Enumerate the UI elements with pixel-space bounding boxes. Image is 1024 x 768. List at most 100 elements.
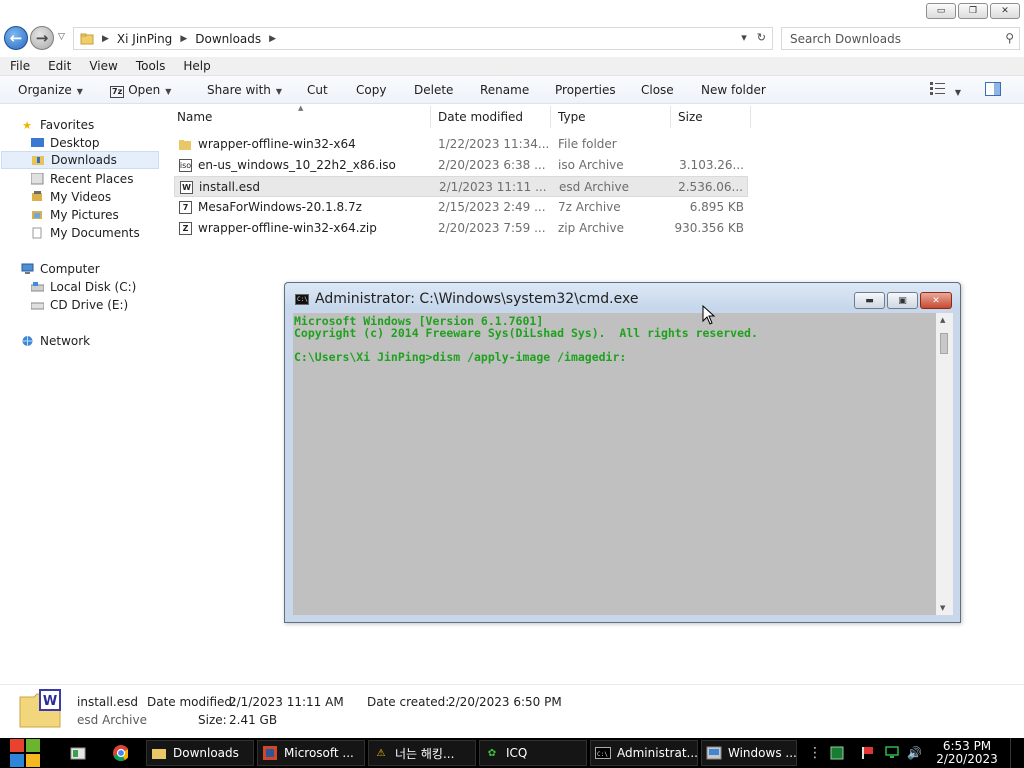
column-type[interactable]: Type: [558, 110, 586, 124]
address-dropdown-icon[interactable]: ▾: [741, 31, 747, 44]
back-button[interactable]: ←: [4, 26, 28, 50]
chevron-right-icon[interactable]: ▶: [180, 34, 187, 44]
esd-file-icon: W: [180, 181, 193, 194]
cut-button[interactable]: Cut: [307, 83, 328, 97]
column-name[interactable]: Name: [177, 110, 212, 124]
search-icon[interactable]: ⚲: [1005, 31, 1014, 45]
share-with-label: Share with: [207, 83, 271, 97]
taskbar-downloads[interactable]: Downloads: [146, 740, 254, 766]
scroll-down-icon[interactable]: ▼: [940, 604, 945, 612]
taskbar-hacking-window[interactable]: ⚠ 너는 해킹...: [368, 740, 476, 766]
tray-spreadsheet-icon[interactable]: [830, 740, 844, 766]
restore-button[interactable]: ❐: [958, 3, 988, 19]
taskbar-explorer[interactable]: [70, 740, 92, 766]
file-row[interactable]: wrapper-offline-win32-x64 1/22/2023 11:3…: [174, 134, 748, 155]
file-name: install.esd: [199, 180, 260, 194]
file-row[interactable]: Z wrapper-offline-win32-x64.zip 2/20/202…: [174, 218, 748, 239]
nav-computer[interactable]: Computer: [20, 260, 178, 278]
menu-edit[interactable]: Edit: [38, 57, 79, 75]
start-button[interactable]: [9, 738, 41, 768]
console-output[interactable]: Microsoft Windows [Version 6.1.7601] Copy…: [293, 313, 936, 615]
nav-my-videos[interactable]: My Videos: [30, 188, 188, 206]
copy-button[interactable]: Copy: [356, 83, 386, 97]
menu-view[interactable]: View: [79, 57, 125, 75]
file-row[interactable]: 7 MesaForWindows-20.1.8.7z 2/15/2023 2:4…: [174, 197, 748, 218]
nav-recent-places[interactable]: Recent Places: [30, 170, 188, 188]
scroll-up-icon[interactable]: ▲: [940, 316, 945, 324]
open-button[interactable]: 7z Open ▼: [110, 83, 171, 98]
nav-my-pictures[interactable]: My Pictures: [30, 206, 188, 224]
new-folder-button[interactable]: New folder: [701, 83, 766, 97]
console-prompt-line: C:\Users\Xi JinPing>dism /apply-image /i…: [294, 350, 627, 364]
minimize-icon: ▬: [865, 295, 874, 306]
close-icon: ✕: [932, 295, 940, 306]
column-divider[interactable]: [550, 106, 551, 128]
file-type: esd Archive: [559, 180, 629, 194]
file-row[interactable]: iso en-us_windows_10_22h2_x86.iso 2/20/2…: [174, 155, 748, 176]
menu-file[interactable]: File: [0, 57, 38, 75]
close-command-button[interactable]: Close: [641, 83, 674, 97]
console-scrollbar[interactable]: ▲ ▼: [936, 313, 953, 615]
organize-button[interactable]: Organize ▼: [18, 83, 83, 97]
column-date-modified[interactable]: Date modified: [438, 110, 523, 124]
forward-button[interactable]: →: [30, 26, 54, 50]
properties-button[interactable]: Properties: [555, 83, 616, 97]
column-size[interactable]: Size: [678, 110, 703, 124]
taskbar-microsoft[interactable]: Microsoft ...: [257, 740, 365, 766]
share-with-button[interactable]: Share with ▼: [207, 83, 282, 97]
tray-network-icon[interactable]: [884, 740, 900, 766]
details-size: 2.41 GB: [229, 713, 278, 727]
chevron-right-icon[interactable]: ▶: [269, 34, 276, 44]
menu-tools[interactable]: Tools: [126, 57, 174, 75]
nav-my-documents[interactable]: My Documents: [30, 224, 188, 242]
nav-network[interactable]: Network: [20, 332, 178, 350]
address-bar[interactable]: ▶ Xi JinPing ▶ Downloads ▶ ▾ ↻: [73, 27, 773, 50]
nav-network-label: Network: [40, 334, 91, 348]
nav-local-disk[interactable]: Local Disk (C:): [30, 278, 188, 296]
minimize-button[interactable]: ▭: [926, 3, 956, 19]
preview-pane-button[interactable]: [985, 82, 1001, 99]
breadcrumb-downloads[interactable]: Downloads: [195, 32, 261, 46]
column-divider[interactable]: [430, 106, 431, 128]
chevron-down-icon: ▼: [165, 87, 172, 96]
view-options-button[interactable]: ▼: [930, 81, 961, 98]
file-row-selected[interactable]: W install.esd 2/1/2023 11:11 ... esd Arc…: [174, 176, 748, 197]
chevron-down-icon: ▼: [954, 88, 961, 97]
details-date-created: 2/20/2023 6:50 PM: [448, 695, 562, 709]
file-size: 6.895 KB: [689, 200, 744, 214]
taskbar-chrome[interactable]: [112, 740, 134, 766]
close-button[interactable]: ✕: [990, 3, 1020, 19]
taskbar-overflow-icon[interactable]: ⋮: [808, 740, 822, 766]
search-input[interactable]: [790, 29, 990, 49]
file-name: wrapper-offline-win32-x64.zip: [198, 221, 377, 235]
cmd-minimize-button[interactable]: ▬: [854, 292, 885, 309]
tray-flag-icon[interactable]: [860, 740, 874, 766]
nav-cd-drive[interactable]: CD Drive (E:): [30, 296, 188, 314]
column-divider[interactable]: [670, 106, 671, 128]
taskbar-cmd[interactable]: C:\ Administrat...: [590, 740, 698, 766]
nav-desktop[interactable]: Desktop: [30, 134, 188, 152]
nav-favorites[interactable]: ★ Favorites: [20, 116, 178, 134]
delete-button[interactable]: Delete: [414, 83, 453, 97]
cmd-maximize-button[interactable]: ▣: [887, 292, 918, 309]
refresh-icon[interactable]: ↻: [757, 31, 766, 44]
recent-pages-dropdown[interactable]: ▽: [58, 32, 65, 42]
taskbar-clock[interactable]: 6:53 PM 2/20/2023: [936, 740, 998, 766]
show-desktop-button[interactable]: [1010, 738, 1024, 768]
cmd-title-bar[interactable]: C:\ Administrator: C:\Windows\system32\c…: [285, 283, 960, 310]
chevron-right-icon[interactable]: ▶: [102, 34, 109, 44]
cmd-window[interactable]: C:\ Administrator: C:\Windows\system32\c…: [284, 282, 961, 623]
taskbar-label: Microsoft ...: [284, 746, 354, 760]
rename-button[interactable]: Rename: [480, 83, 529, 97]
menu-help[interactable]: Help: [173, 57, 218, 75]
taskbar-icq[interactable]: ✿ ICQ: [479, 740, 587, 766]
taskbar-windows-app[interactable]: Windows ...: [701, 740, 797, 766]
cmd-close-button[interactable]: ✕: [920, 292, 952, 309]
scrollbar-thumb[interactable]: [940, 333, 948, 354]
7zip-icon: 7z: [110, 86, 125, 98]
tray-volume-icon[interactable]: 🔊: [907, 740, 922, 766]
nav-downloads[interactable]: Downloads: [1, 151, 159, 169]
breadcrumb-user[interactable]: Xi JinPing: [117, 32, 172, 46]
search-box[interactable]: ⚲: [781, 27, 1020, 50]
column-divider[interactable]: [750, 106, 751, 128]
